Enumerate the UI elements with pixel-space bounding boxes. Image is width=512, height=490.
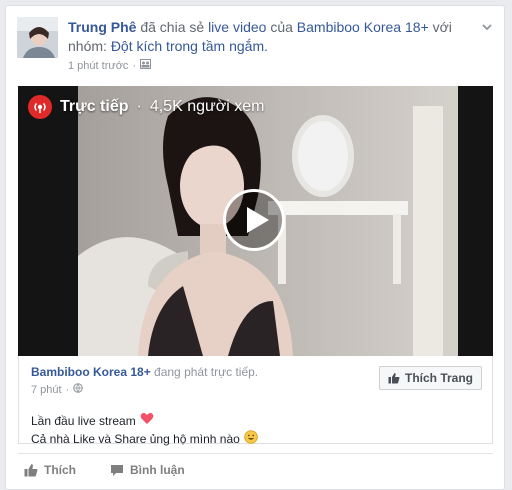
like-button[interactable]: Thích bbox=[18, 463, 76, 477]
grin-emoji-icon bbox=[244, 430, 258, 449]
message-line-2: Cả nhà Like và Share ủng hộ mình nào bbox=[31, 432, 240, 446]
shared-link[interactable]: live video bbox=[208, 19, 266, 35]
chevron-down-icon[interactable] bbox=[480, 20, 494, 34]
thumbs-up-icon bbox=[388, 373, 400, 384]
play-button[interactable] bbox=[223, 189, 285, 251]
shared-meta: 7 phút · bbox=[31, 383, 84, 396]
play-icon bbox=[247, 207, 269, 233]
live-broadcast-icon bbox=[28, 95, 52, 119]
post-card: Trung Phê đã chia sẻ live video của Bamb… bbox=[5, 5, 505, 490]
group-icon bbox=[140, 59, 152, 72]
live-indicator: Trực tiếp · 4,5K người xem bbox=[28, 95, 264, 119]
action-text: đã chia sẻ bbox=[136, 19, 209, 35]
shared-page-line: Bambiboo Korea 18+ đang phát trực tiếp. bbox=[31, 365, 258, 379]
page-link[interactable]: Bambiboo Korea 18+ bbox=[297, 19, 429, 35]
shared-message: Lần đầu live stream Cả nhà Like và Share… bbox=[31, 412, 258, 449]
group-link[interactable]: Đột kích trong tầm ngắm. bbox=[111, 38, 268, 54]
globe-icon bbox=[73, 383, 84, 396]
comment-button[interactable]: Bình luận bbox=[104, 463, 185, 477]
post-meta: 1 phút trước · bbox=[68, 59, 152, 72]
shared-post: Bambiboo Korea 18+ đang phát trực tiếp. … bbox=[18, 356, 493, 446]
thumbs-up-icon bbox=[24, 464, 38, 477]
shared-status: đang phát trực tiếp. bbox=[150, 365, 259, 379]
author-name[interactable]: Trung Phê bbox=[68, 19, 136, 35]
post-header: Trung Phê đã chia sẻ live video của Bamb… bbox=[68, 18, 478, 56]
heart-icon bbox=[140, 412, 154, 430]
viewer-count: 4,5K người xem bbox=[149, 98, 265, 115]
like-page-button[interactable]: Thích Trang bbox=[378, 366, 482, 390]
shared-page-name[interactable]: Bambiboo Korea 18+ bbox=[31, 365, 151, 379]
separator: · bbox=[132, 59, 137, 72]
live-separator: · bbox=[136, 98, 142, 115]
video-player[interactable]: Trực tiếp · 4,5K người xem bbox=[18, 86, 493, 356]
shared-separator: · bbox=[65, 383, 70, 396]
shared-timestamp[interactable]: 7 phút bbox=[31, 384, 62, 396]
like-label: Thích bbox=[44, 463, 76, 477]
message-line-1: Lần đầu live stream bbox=[31, 413, 136, 428]
comment-label: Bình luận bbox=[130, 463, 185, 477]
comment-icon bbox=[111, 464, 123, 476]
live-label: Trực tiếp bbox=[60, 98, 129, 115]
timestamp[interactable]: 1 phút trước bbox=[68, 60, 128, 72]
avatar[interactable] bbox=[17, 17, 58, 58]
post-actions: Thích Bình luận bbox=[18, 453, 493, 486]
like-page-label: Thích Trang bbox=[404, 371, 473, 385]
of-text: của bbox=[266, 19, 297, 35]
